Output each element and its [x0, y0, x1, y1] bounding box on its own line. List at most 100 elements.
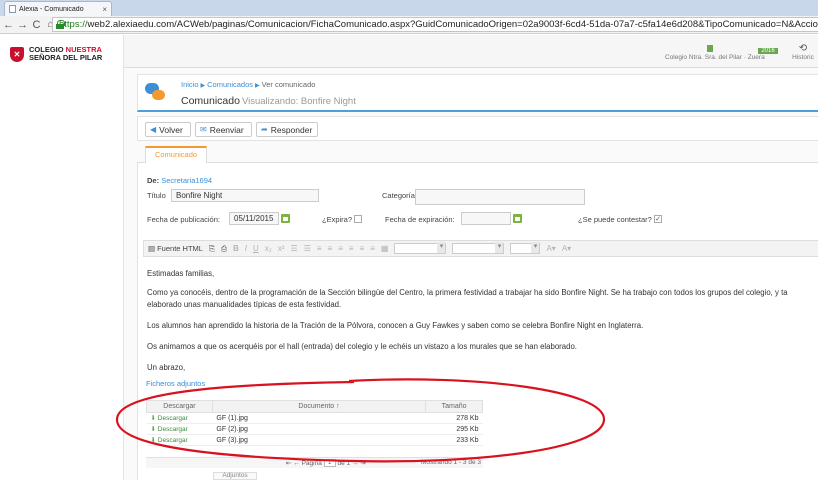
chat-bubbles-icon: [145, 83, 165, 103]
download-icon: ⬇: [150, 415, 156, 422]
close-icon[interactable]: ×: [102, 5, 107, 14]
school-selector[interactable]: Colegio Ntra. Sra. del Pilar · Zuera: [665, 45, 765, 61]
chevron-right-icon: ▶: [255, 83, 260, 89]
indent-icon[interactable]: ≡: [370, 244, 375, 253]
paste-icon[interactable]: ⎘: [209, 244, 215, 254]
breadcrumb: Inicio ▶ Comunicados ▶ Ver comunicado: [181, 80, 315, 89]
file-name: GF (1).jpg: [212, 412, 426, 424]
building-icon: [707, 45, 713, 52]
download-link[interactable]: ⬇ Descargar: [151, 415, 188, 422]
download-link[interactable]: ⬇ Descargar: [151, 426, 188, 433]
source-html-button[interactable]: ▤ Fuente HTML: [148, 244, 203, 253]
exp-date-label: Fecha de expiración:: [385, 215, 455, 224]
url-input[interactable]: https://web2.alexiaedu.com/ACWeb/paginas…: [52, 17, 818, 32]
page-title: Comunicado Visualizando: Bonfire Night: [181, 95, 356, 107]
page-input[interactable]: 1: [323, 459, 336, 468]
page-of-label: de 1: [337, 460, 351, 467]
message-paragraph: Un abrazo,: [147, 363, 186, 372]
year-badge: 2016: [758, 48, 778, 54]
back-arrow-icon[interactable]: ←: [3, 19, 14, 31]
school-label: Colegio Ntra. Sra. del Pilar · Zuera: [665, 54, 765, 61]
underline-button[interactable]: U: [253, 244, 259, 253]
reply-arrow-icon: ➦: [261, 125, 268, 134]
title-field[interactable]: Bonfire Night: [171, 189, 319, 202]
back-button[interactable]: ◀ Volver: [145, 122, 191, 137]
col-header-document[interactable]: Documento ↑: [211, 400, 427, 413]
table-row: ⬇ Descargar GF (2).jpg 295 Kb: [146, 423, 483, 435]
address-bar: ← → C ⌂ https://web2.alexiaedu.com/ACWeb…: [0, 16, 818, 34]
main-content: Inicio ▶ Comunicados ▶ Ver comunicado Comuni…: [123, 68, 818, 480]
align-left-icon[interactable]: ≡: [317, 244, 322, 253]
year-selector[interactable]: 2016: [755, 45, 781, 56]
first-page-icon[interactable]: ⇤: [286, 460, 291, 467]
from-field: De: Secretaria1694: [147, 176, 213, 185]
logo-text: COLEGIO NUESTRA SEÑORA DEL PILAR: [29, 45, 103, 62]
breadcrumb-comunicados[interactable]: Comunicados: [207, 80, 253, 89]
can-reply-label: ¿Se puede contestar?: [578, 215, 652, 224]
superscript-icon[interactable]: x²: [278, 244, 285, 253]
reply-button[interactable]: ➦ Responder: [256, 122, 318, 137]
browser-tab[interactable]: Alexia - Comunicado ×: [4, 1, 112, 16]
font-select[interactable]: [452, 242, 505, 254]
download-link[interactable]: ⬇ Descargar: [151, 437, 188, 444]
pager: ⇤ ← Página 1 de 1 → ⇥ Mostrando 1 - 3 de…: [146, 457, 483, 468]
reload-icon[interactable]: C: [31, 19, 42, 31]
prev-page-icon[interactable]: ←: [293, 460, 300, 467]
last-page-icon[interactable]: ⇥: [360, 460, 365, 467]
calendar-icon[interactable]: [513, 214, 522, 223]
attachments-button[interactable]: Adjuntos: [213, 472, 257, 480]
page-header: Inicio ▶ Comunicados ▶ Ver comunicado Comuni…: [137, 74, 818, 112]
browser-tab-title: Alexia - Comunicado: [19, 5, 84, 13]
history-label: Historic: [792, 54, 814, 61]
message-paragraph: Estimadas familias,: [147, 269, 215, 278]
pager-summary: Mostrando 1 - 3 de 3: [421, 459, 481, 466]
justify-icon[interactable]: ≡: [349, 244, 354, 253]
align-right-icon[interactable]: ≡: [338, 244, 343, 253]
title-label: Título: [147, 191, 166, 200]
forward-button[interactable]: ✉ Reenviar: [195, 122, 252, 137]
italic-button[interactable]: I: [245, 244, 247, 253]
table-row: ⬇ Descargar GF (3).jpg 233 Kb: [146, 434, 483, 446]
size-select[interactable]: [510, 242, 541, 254]
format-select[interactable]: [394, 242, 447, 254]
message-paragraph: Os animamos a que os acerquéis por el ha…: [147, 342, 577, 351]
col-header-size[interactable]: Tamaño: [425, 400, 483, 413]
can-reply-checkbox[interactable]: ✓: [654, 215, 662, 223]
document-icon: ▤: [148, 244, 156, 253]
pub-date-field[interactable]: 05/11/2015: [229, 212, 279, 225]
editor-toolbar: ▤ Fuente HTML ⎘ ⎙ B I U x₂ x² ☰ ☰ ≡ ≡ ≡ ≡…: [143, 240, 818, 257]
table-row: ⬇ Descargar GF (1).jpg 278 Kb: [146, 412, 483, 424]
pub-date-label: Fecha de publicación:: [147, 215, 220, 224]
forward-arrow-icon[interactable]: →: [17, 19, 28, 31]
page-subtitle: Visualizando: Bonfire Night: [241, 96, 356, 107]
tab-comunicado[interactable]: Comunicado: [145, 146, 207, 163]
outdent-icon[interactable]: ≡: [360, 244, 365, 253]
attachments-title: Ficheros adjuntos: [146, 379, 206, 388]
download-icon: ⬇: [150, 426, 156, 433]
top-bar: Colegio Ntra. Sra. del Pilar · Zuera 201…: [123, 35, 818, 68]
expires-checkbox[interactable]: [354, 215, 362, 223]
shield-icon: ✕: [10, 46, 24, 62]
text-color-icon[interactable]: A▾: [546, 244, 555, 253]
col-header-download[interactable]: Descargar: [146, 400, 213, 413]
history-button[interactable]: ⟲ Historic: [788, 44, 818, 62]
exp-date-field[interactable]: [461, 212, 511, 225]
bullet-list-icon[interactable]: ☰: [304, 244, 311, 253]
numbered-list-icon[interactable]: ☰: [291, 244, 298, 253]
bg-color-icon[interactable]: A▾: [562, 244, 571, 253]
breadcrumb-inicio[interactable]: Inicio: [181, 80, 199, 89]
school-logo[interactable]: ✕ COLEGIO NUESTRA SEÑORA DEL PILAR: [10, 46, 102, 62]
next-page-icon[interactable]: →: [352, 460, 359, 467]
category-field[interactable]: [415, 189, 585, 205]
subscript-icon[interactable]: x₂: [265, 244, 272, 253]
bold-button[interactable]: B: [233, 244, 239, 253]
print-icon[interactable]: ⎙: [221, 244, 227, 254]
attachments-table: Descargar Documento ↑ Tamaño ⬇ Descargar…: [146, 400, 483, 446]
page-label: Página: [301, 460, 322, 467]
category-label: Categoría: [382, 191, 415, 200]
align-center-icon[interactable]: ≡: [328, 244, 333, 253]
calendar-icon[interactable]: [281, 214, 290, 223]
sort-arrow-icon: ↑: [336, 403, 340, 410]
image-icon[interactable]: ▦: [381, 244, 389, 253]
page-icon: [9, 5, 16, 13]
